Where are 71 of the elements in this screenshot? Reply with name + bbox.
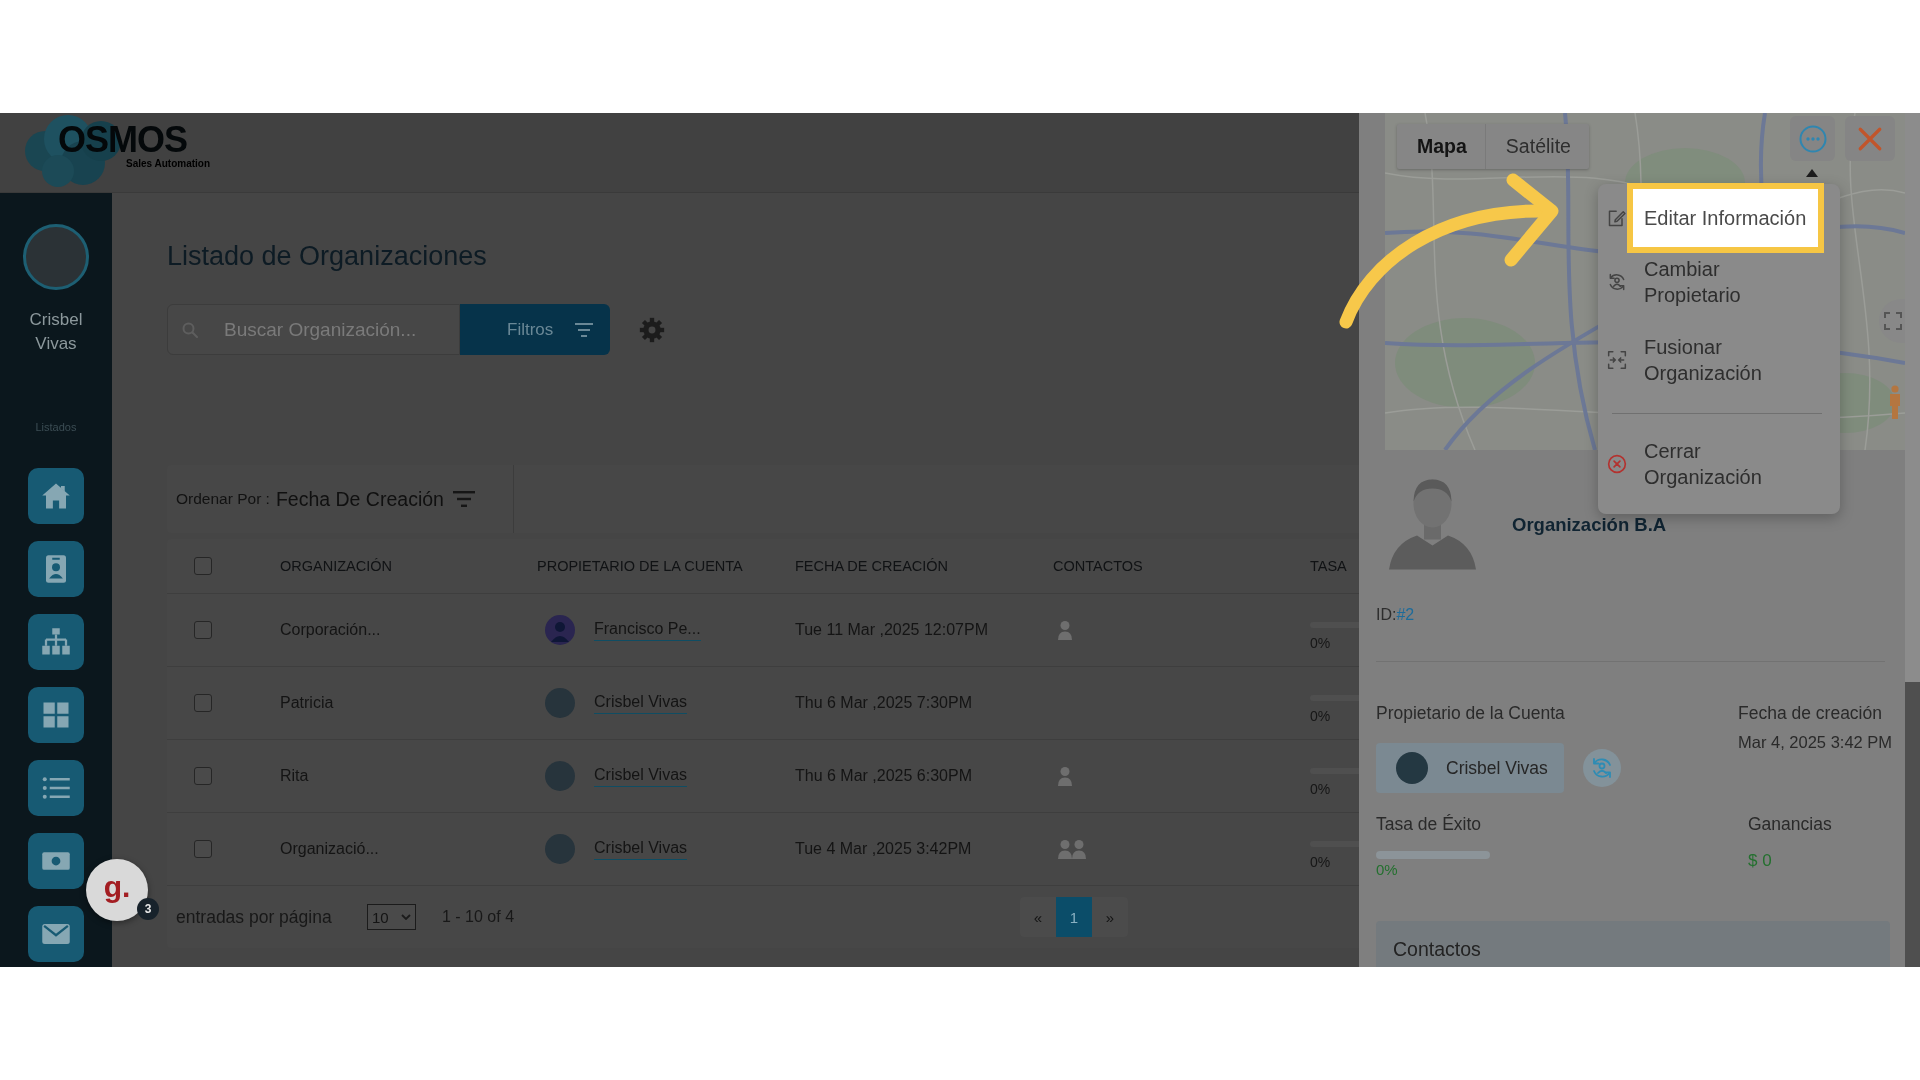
id-label: ID: [1376,605,1397,625]
row-checkbox[interactable] [194,694,212,712]
org-chart-icon [41,627,71,657]
column-header[interactable]: ORGANIZACIÓN [280,558,392,574]
menu-item[interactable]: Fusionar Organización [1627,334,1826,386]
menu-item[interactable]: Cerrar Organización [1627,438,1826,490]
earnings-value: $ 0 [1748,851,1773,871]
owner-label: Propietario de la Cuenta [1376,703,1566,723]
close-button[interactable] [1845,116,1895,161]
row-checkbox[interactable] [194,767,212,785]
logo-tagline: Sales Automation [126,158,211,170]
change-owner-button[interactable] [1583,749,1621,787]
nav-button[interactable] [28,760,84,816]
close-circle-icon [1607,454,1627,474]
id-link[interactable]: #2 [1396,605,1415,625]
row-checkbox[interactable] [194,840,212,858]
grid-icon [41,700,71,730]
nav-button[interactable] [28,541,84,597]
user-name: Crisbel Vivas [28,309,84,355]
merge-icon [1607,350,1627,370]
change-owner-icon [1590,756,1614,780]
progress-reading: 0% [1376,862,1399,878]
column-header[interactable]: CONTACTOS [1053,558,1143,574]
owner-name: Crisbel Vivas [1446,757,1548,779]
nav-button[interactable] [28,833,84,889]
close-icon [1857,125,1883,152]
creation-date-label: Fecha de creación [1738,703,1883,723]
avatar-photo-placeholder [545,834,575,864]
menu-item[interactable]: Editar Información [1627,183,1825,253]
row-checkbox[interactable] [194,621,212,639]
contact-person-icon [1057,620,1073,640]
creation-date: Mar 4, 2025 3:42 PM [1738,732,1893,752]
change-owner-icon [1607,272,1627,292]
menu-item[interactable]: Cambiar Propietario [1627,256,1826,308]
filter-icon [575,322,594,337]
settings-icon[interactable] [639,316,665,343]
column-header[interactable]: TASA [1310,558,1347,574]
logo-text: OSMOS [58,120,187,160]
filter-button[interactable]: Filtros [460,304,610,355]
owner-chip[interactable]: Crisbel Vivas [1376,743,1564,793]
edit-icon [1607,208,1627,228]
success-rate-label: Tasa de Éxito [1376,814,1483,834]
chevron-down-icon [401,914,411,920]
sort-icon [452,491,475,507]
avatar-photo-placeholder [545,688,575,718]
contacts-group-icon [1057,839,1087,859]
page-button[interactable]: « [1020,897,1056,937]
more-options-button[interactable] [1790,116,1835,161]
user-avatar-icon [545,615,575,645]
contact-person-icon [1057,766,1073,786]
nav-button[interactable] [28,906,84,962]
earnings-label: Ganancias [1748,814,1832,834]
avatar-photo-placeholder [1396,752,1428,784]
fullscreen-icon [1884,312,1902,330]
map-type-tab[interactable]: Satélite [1484,124,1589,169]
organization-name: Organización B.A [1512,514,1667,536]
select-all-checkbox[interactable] [194,557,212,575]
contacts-title: Contactos [1393,938,1481,960]
home-icon [41,481,71,511]
page-button[interactable]: » [1092,897,1128,937]
nav-button[interactable] [28,468,84,524]
page-button[interactable]: 1 [1056,897,1092,937]
scrollbar-thumb[interactable] [1905,113,1920,682]
avatar-photo-placeholder [545,761,575,791]
page-title: Listado de Organizaciones [167,240,487,272]
map-type-tab[interactable]: Mapa [1397,124,1485,169]
nav-button[interactable] [28,687,84,743]
nav-button[interactable] [28,614,84,670]
more-icon [1798,124,1827,153]
person-figure-icon[interactable] [1887,385,1903,419]
menu-pointer-icon [1806,169,1818,177]
